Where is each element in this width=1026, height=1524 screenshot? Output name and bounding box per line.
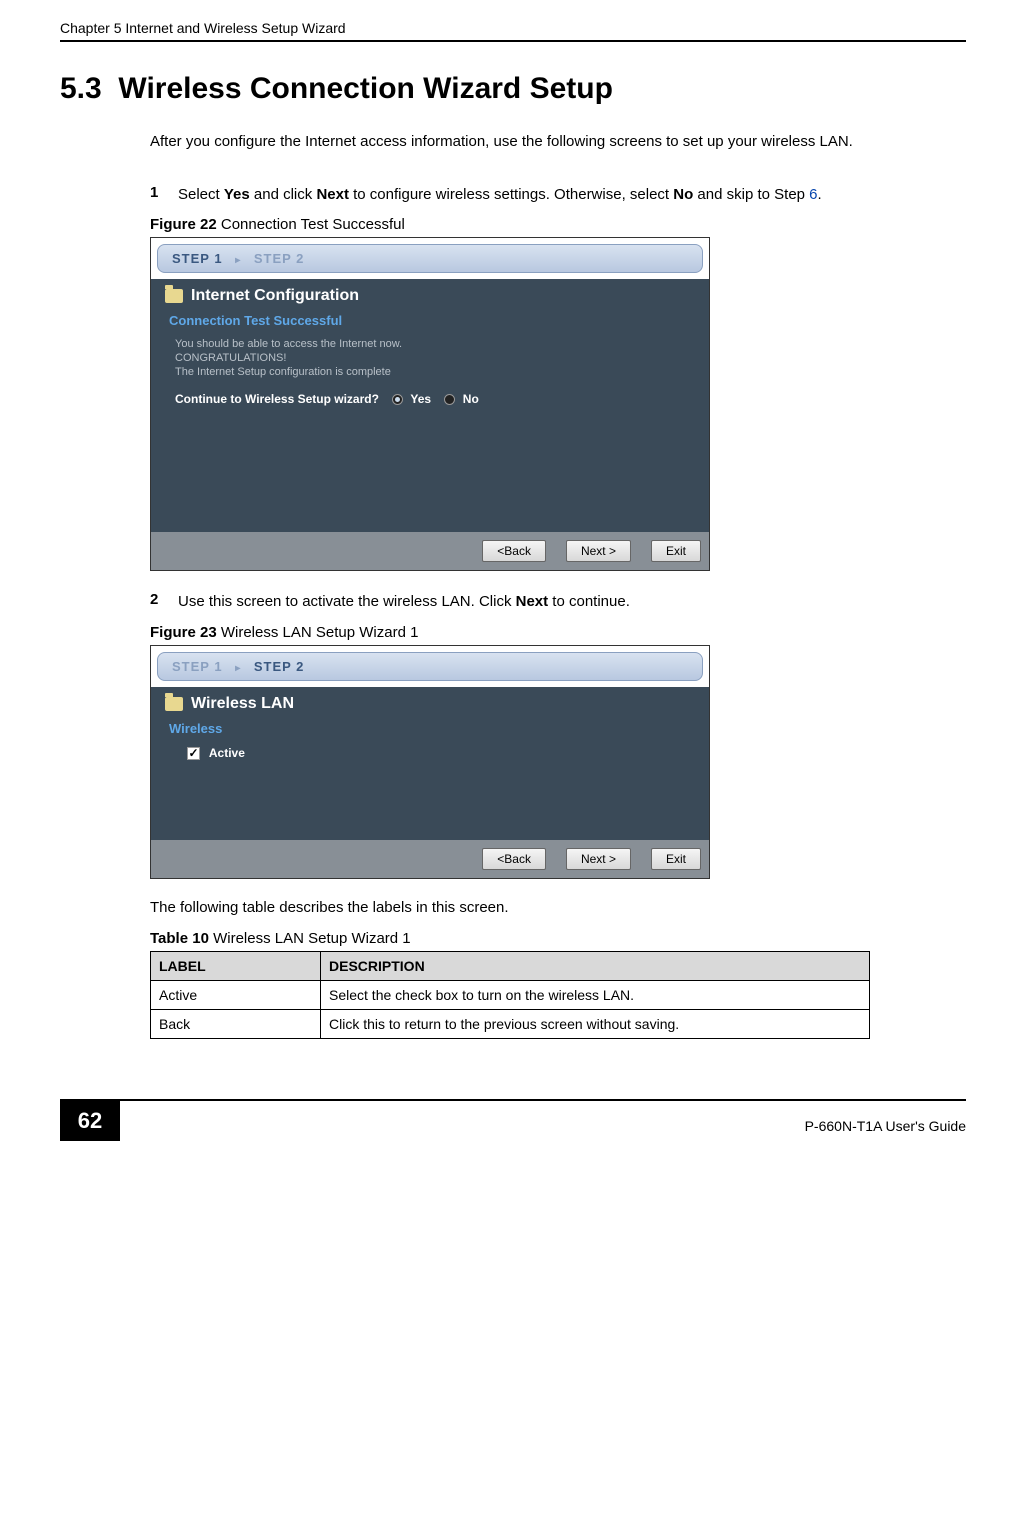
figure-23-label: Figure 23 Wireless LAN Setup Wizard 1 xyxy=(150,624,966,641)
step-tab-2[interactable]: STEP 2 xyxy=(254,659,305,674)
table-cell-label: Active xyxy=(151,980,321,1009)
intro-text: After you configure the Internet access … xyxy=(150,131,966,154)
table-header-label: LABEL xyxy=(151,951,321,980)
blue-heading: Connection Test Successful xyxy=(169,313,695,328)
figure-label-bold: Figure 22 xyxy=(150,216,217,233)
figure-label-text: Wireless LAN Setup Wizard 1 xyxy=(217,624,419,641)
figure-23-screenshot: STEP 1 ▸ STEP 2 Wireless LAN Wireless ✓ … xyxy=(150,645,710,879)
table-cell-label: Back xyxy=(151,1009,321,1038)
step-text-1: Select Yes and click Next to configure w… xyxy=(178,184,822,207)
radio-no-label: No xyxy=(463,392,479,406)
question-text: Continue to Wireless Setup wizard? xyxy=(175,392,379,406)
chevron-right-icon: ▸ xyxy=(235,663,241,674)
step-text-2: Use this screen to activate the wireless… xyxy=(178,591,630,614)
text-bold: Yes xyxy=(224,186,250,203)
figure-22-label: Figure 22 Connection Test Successful xyxy=(150,216,966,233)
wizard-title-bar: STEP 1 ▸ STEP 2 xyxy=(157,652,703,681)
step-number-2: 2 xyxy=(150,591,168,614)
radio-yes[interactable] xyxy=(392,394,403,405)
radio-no[interactable] xyxy=(444,394,455,405)
back-button[interactable]: <Back xyxy=(482,540,546,562)
exit-button[interactable]: Exit xyxy=(651,540,701,562)
text-bold: No xyxy=(673,186,693,203)
radio-yes-label: Yes xyxy=(410,392,431,406)
table-10-label: Table 10 Wireless LAN Setup Wizard 1 xyxy=(150,930,966,947)
figure-label-bold: Figure 23 xyxy=(150,624,217,641)
wizard-title-bar: STEP 1 ▸ STEP 2 xyxy=(157,244,703,273)
step-tab-1[interactable]: STEP 1 xyxy=(172,659,223,674)
info-line-2: CONGRATULATIONS! xyxy=(175,352,695,364)
table-10: LABEL DESCRIPTION Active Select the chec… xyxy=(150,951,870,1039)
text-bold: Next xyxy=(316,186,349,203)
figure-22-screenshot: STEP 1 ▸ STEP 2 Internet Configuration C… xyxy=(150,237,710,571)
table-label-text: Wireless LAN Setup Wizard 1 xyxy=(209,930,411,947)
blue-heading: Wireless xyxy=(169,721,695,736)
next-button[interactable]: Next > xyxy=(566,540,631,562)
step-link[interactable]: 6 xyxy=(809,186,817,203)
exit-button[interactable]: Exit xyxy=(651,848,701,870)
folder-icon xyxy=(165,289,183,303)
section-number: 5.3 xyxy=(60,72,102,105)
table-header-description: DESCRIPTION xyxy=(321,951,870,980)
text: and click xyxy=(250,186,317,203)
text: to continue. xyxy=(548,593,630,610)
section-name: Wireless Connection Wizard Setup xyxy=(118,72,613,105)
chevron-right-icon: ▸ xyxy=(235,255,241,266)
folder-icon xyxy=(165,697,183,711)
text: . xyxy=(818,186,822,203)
section-title: 5.3 Wireless Connection Wizard Setup xyxy=(60,72,966,106)
step-number-1: 1 xyxy=(150,184,168,207)
panel-title: Internet Configuration xyxy=(191,287,359,305)
active-checkbox[interactable]: ✓ xyxy=(187,747,200,760)
figure-label-text: Connection Test Successful xyxy=(217,216,405,233)
text: to configure wireless settings. Otherwis… xyxy=(349,186,673,203)
table-row: Back Click this to return to the previou… xyxy=(151,1009,870,1038)
info-line-3: The Internet Setup configuration is comp… xyxy=(175,366,695,378)
text: and skip to Step xyxy=(693,186,809,203)
table-cell-desc: Select the check box to turn on the wire… xyxy=(321,980,870,1009)
footer-guide-name: P-660N-T1A User's Guide xyxy=(805,1108,966,1134)
table-intro-text: The following table describes the labels… xyxy=(150,899,966,916)
page-number: 62 xyxy=(60,1101,120,1141)
step-tab-2[interactable]: STEP 2 xyxy=(254,251,305,266)
text: Select xyxy=(178,186,224,203)
table-label-bold: Table 10 xyxy=(150,930,209,947)
chapter-header: Chapter 5 Internet and Wireless Setup Wi… xyxy=(60,0,966,42)
back-button[interactable]: <Back xyxy=(482,848,546,870)
panel-title: Wireless LAN xyxy=(191,695,294,713)
text: Use this screen to activate the wireless… xyxy=(178,593,516,610)
table-row: Active Select the check box to turn on t… xyxy=(151,980,870,1009)
info-line-1: You should be able to access the Interne… xyxy=(175,338,695,350)
table-cell-desc: Click this to return to the previous scr… xyxy=(321,1009,870,1038)
next-button[interactable]: Next > xyxy=(566,848,631,870)
active-checkbox-label: Active xyxy=(209,746,245,760)
step-tab-1[interactable]: STEP 1 xyxy=(172,251,223,266)
text-bold: Next xyxy=(516,593,549,610)
